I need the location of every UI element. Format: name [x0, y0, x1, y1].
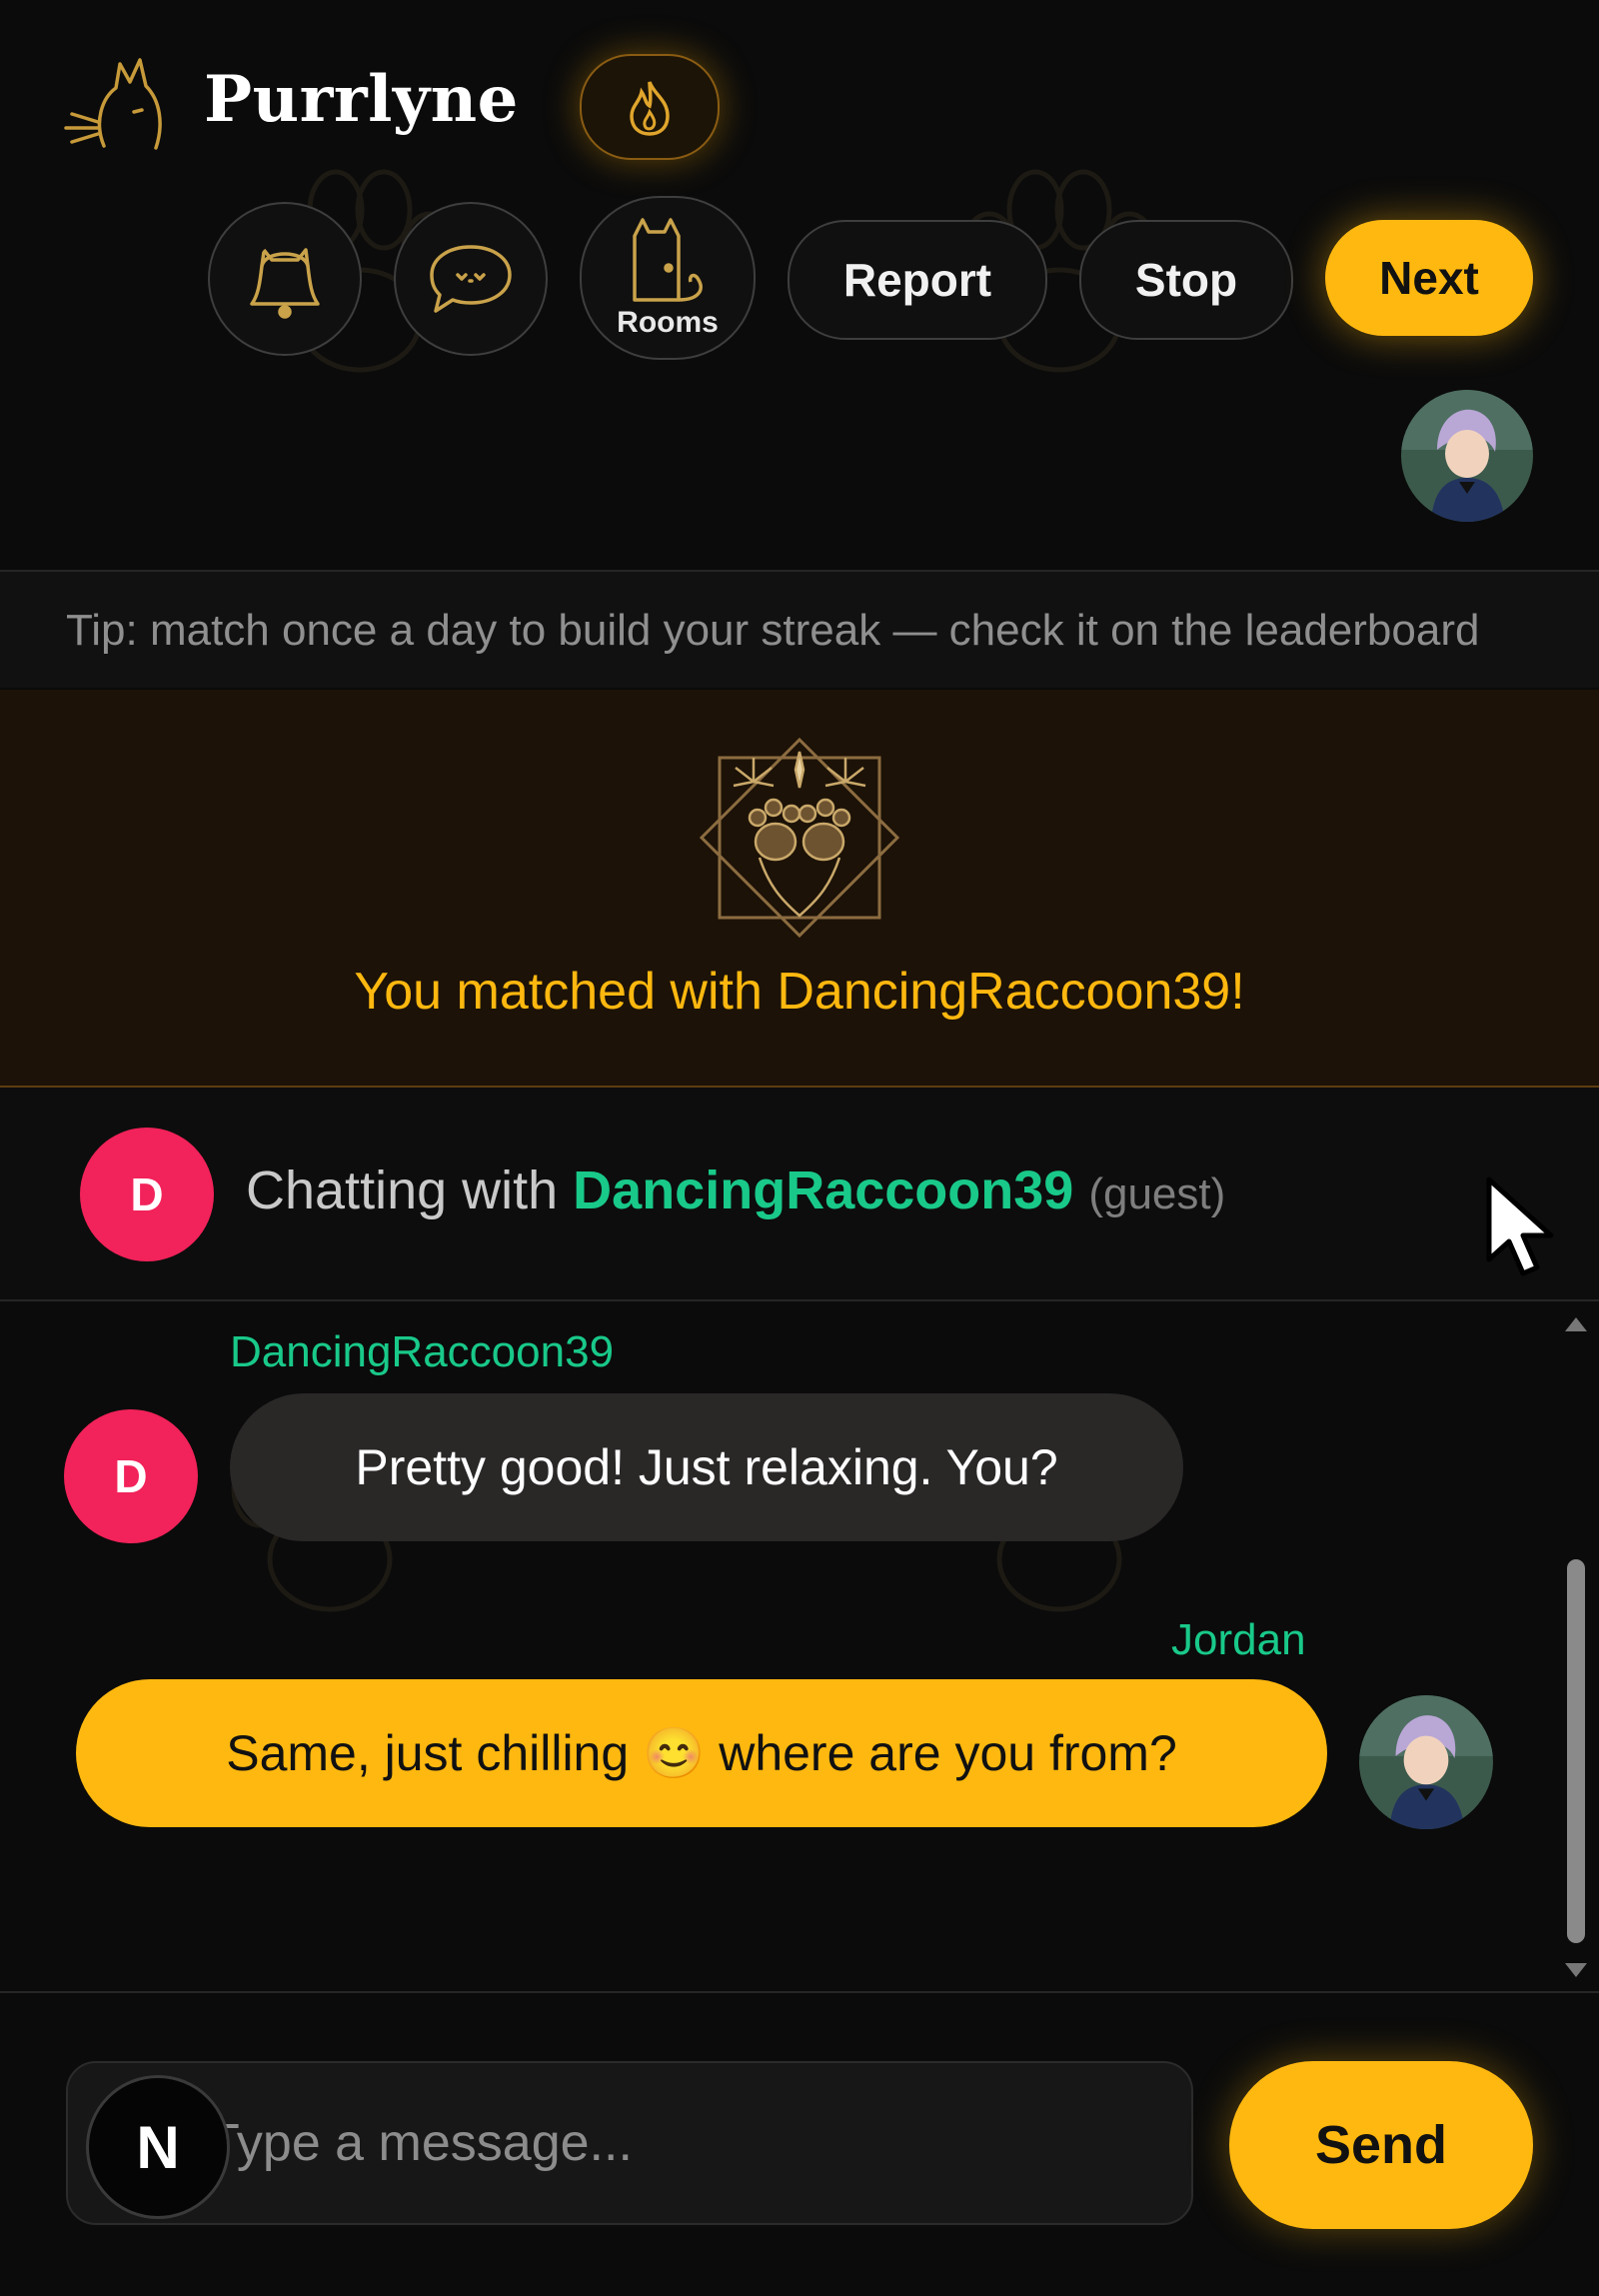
messages-button[interactable] [394, 202, 548, 356]
message-input[interactable] [66, 2061, 1193, 2225]
paw-celebration-icon [700, 738, 899, 938]
message-bubble-sent: Same, just chilling 😊 where are you from… [76, 1679, 1327, 1827]
user-avatar[interactable] [1401, 390, 1533, 522]
tip-text: Tip: match once a day to build your stre… [66, 606, 1480, 655]
rooms-door-icon [633, 218, 703, 302]
streak-button[interactable] [580, 54, 720, 160]
streak-flame-icon [630, 81, 670, 136]
rooms-button[interactable]: Rooms [580, 196, 756, 360]
scroll-down-arrow-icon[interactable] [1565, 1963, 1587, 1977]
n-badge-icon[interactable]: N [86, 2075, 230, 2219]
report-button[interactable]: Report [788, 220, 1047, 340]
partner-avatar[interactable]: D [80, 1128, 214, 1261]
composer-divider [0, 1991, 1599, 1993]
chatting-with-label: Chatting with DancingRaccoon39 (guest) [246, 1159, 1225, 1221]
message-avatar: D [64, 1409, 198, 1543]
message-bubble-received: Pretty good! Just relaxing. You? [230, 1393, 1183, 1541]
notifications-button[interactable] [208, 202, 362, 356]
chat-bubble-icon [430, 245, 512, 313]
cursor-icon [1486, 1176, 1554, 1276]
scrollbar-thumb[interactable] [1567, 1559, 1585, 1943]
next-button[interactable]: Next [1325, 220, 1533, 336]
partner-name[interactable]: DancingRaccoon39 [573, 1160, 1073, 1220]
match-message: You matched with DancingRaccoon39! [354, 963, 1245, 1021]
message-sender: DancingRaccoon39 [230, 1327, 615, 1376]
bell-icon [250, 248, 320, 319]
rooms-label: Rooms [617, 306, 719, 339]
message-sender: Jordan [1171, 1615, 1306, 1664]
guest-tag: (guest) [1088, 1169, 1226, 1218]
scroll-up-arrow-icon[interactable] [1565, 1317, 1587, 1331]
chat-header-divider [0, 1299, 1599, 1301]
stop-button[interactable]: Stop [1079, 220, 1293, 340]
message-avatar [1359, 1695, 1493, 1829]
chatting-prefix: Chatting with [246, 1160, 574, 1220]
send-button[interactable]: Send [1229, 2061, 1533, 2229]
cat-logo-icon [64, 58, 162, 150]
brand-name: Purrlyne [204, 62, 519, 137]
